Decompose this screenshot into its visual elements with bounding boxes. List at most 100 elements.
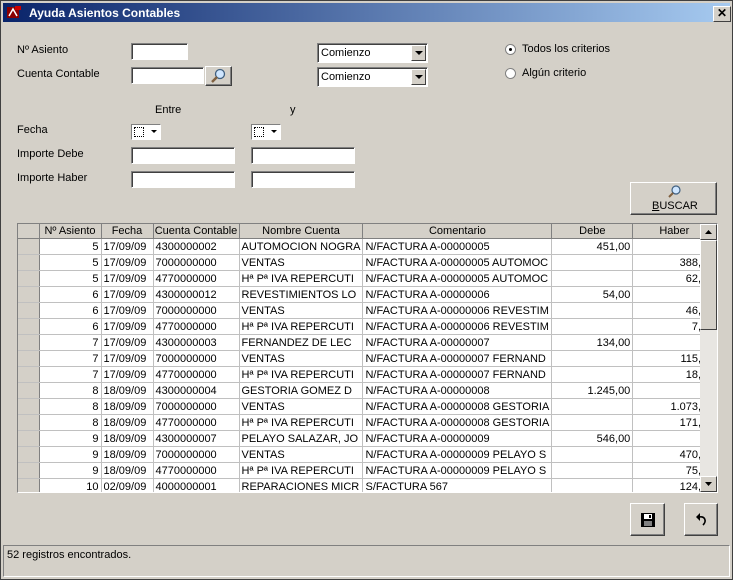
- row-selector[interactable]: [18, 270, 40, 287]
- table-cell[interactable]: N/FACTURA A-00000008: [362, 382, 553, 399]
- table-cell[interactable]: N/FACTURA A-00000005: [362, 238, 553, 255]
- row-selector[interactable]: [18, 462, 40, 479]
- table-cell[interactable]: PELAYO SALAZAR, JO: [239, 430, 364, 447]
- table-cell[interactable]: 4300000002: [153, 238, 240, 255]
- table-cell[interactable]: 18/09/09: [101, 462, 154, 479]
- table-row[interactable]: 6 17/09/09 4770000000 Hª Pª IVA REPERCUTI N/…: [18, 318, 717, 335]
- table-row[interactable]: 5 17/09/09 7000000000 VENTAS N/FACTURA A-000…: [18, 254, 717, 271]
- column-header[interactable]: Comentario: [362, 224, 553, 239]
- table-cell[interactable]: 9: [39, 446, 102, 463]
- table-cell[interactable]: 4000000001: [153, 478, 240, 492]
- table-cell[interactable]: 4770000000: [153, 366, 240, 383]
- table-cell[interactable]: 1.245,00: [551, 382, 634, 399]
- table-cell[interactable]: [551, 318, 634, 335]
- table-cell[interactable]: 7000000000: [153, 398, 240, 415]
- buscar-button[interactable]: BUSCAR: [630, 182, 717, 215]
- table-row[interactable]: 9 18/09/09 7000000000 VENTAS N/FACTURA A-000…: [18, 446, 717, 463]
- table-cell[interactable]: N/FACTURA A-00000006 REVESTIM: [362, 302, 553, 319]
- close-button[interactable]: ✕: [713, 6, 731, 22]
- chevron-down-icon[interactable]: [151, 130, 157, 133]
- table-cell[interactable]: GESTORIA GOMEZ D: [239, 382, 364, 399]
- row-selector[interactable]: [18, 302, 40, 319]
- table-cell[interactable]: [551, 270, 634, 287]
- radio-alguno-label[interactable]: Algún criterio: [522, 67, 586, 79]
- table-row[interactable]: 9 18/09/09 4770000000 Hª Pª IVA REPERCUTI N/…: [18, 462, 717, 479]
- table-cell[interactable]: 9: [39, 430, 102, 447]
- table-cell[interactable]: 8: [39, 414, 102, 431]
- table-cell[interactable]: 4300000003: [153, 334, 240, 351]
- column-header[interactable]: Nombre Cuenta: [239, 224, 364, 239]
- row-selector[interactable]: [18, 414, 40, 431]
- table-row[interactable]: 7 17/09/09 4770000000 Hª Pª IVA REPERCUTI N/…: [18, 366, 717, 383]
- table-cell[interactable]: 6: [39, 318, 102, 335]
- table-cell[interactable]: 17/09/09: [101, 302, 154, 319]
- table-cell[interactable]: 546,00: [551, 430, 634, 447]
- chevron-down-icon[interactable]: [411, 45, 426, 61]
- table-cell[interactable]: AUTOMOCION NOGRA: [239, 238, 364, 255]
- table-row[interactable]: 8 18/09/09 4770000000 Hª Pª IVA REPERCUTI N/…: [18, 414, 717, 431]
- table-cell[interactable]: 17/09/09: [101, 270, 154, 287]
- table-row[interactable]: 10 02/09/09 4000000001 REPARACIONES MICR S/F…: [18, 478, 717, 492]
- table-cell[interactable]: 18/09/09: [101, 382, 154, 399]
- table-cell[interactable]: N/FACTURA A-00000009: [362, 430, 553, 447]
- table-cell[interactable]: 18/09/09: [101, 430, 154, 447]
- table-cell[interactable]: 02/09/09: [101, 478, 154, 492]
- table-cell[interactable]: N/FACTURA A-00000006 REVESTIM: [362, 318, 553, 335]
- debe-desde-input[interactable]: [131, 147, 235, 164]
- scroll-thumb[interactable]: [700, 240, 717, 330]
- table-cell[interactable]: N/FACTURA A-00000007 FERNAND: [362, 366, 553, 383]
- row-selector[interactable]: [18, 286, 40, 303]
- table-cell[interactable]: N/FACTURA A-00000008 GESTORIA: [362, 398, 553, 415]
- table-cell[interactable]: 4770000000: [153, 270, 240, 287]
- asientos-grid[interactable]: Nº Asiento Fecha Cuenta Contable Nombre …: [17, 223, 718, 493]
- table-cell[interactable]: N/FACTURA A-00000006: [362, 286, 553, 303]
- table-row[interactable]: 5 17/09/09 4300000002 AUTOMOCION NOGRA N/FAC…: [18, 238, 717, 255]
- column-header[interactable]: Debe: [551, 224, 634, 239]
- table-cell[interactable]: 134,00: [551, 334, 634, 351]
- scroll-up-button[interactable]: [700, 224, 717, 240]
- fecha-desde-picker[interactable]: [131, 124, 161, 140]
- radio-alguno[interactable]: [505, 68, 516, 79]
- table-cell[interactable]: N/FACTURA A-00000005 AUTOMOC: [362, 254, 553, 271]
- table-cell[interactable]: 7: [39, 334, 102, 351]
- save-button[interactable]: [630, 503, 665, 536]
- table-cell[interactable]: VENTAS: [239, 302, 364, 319]
- debe-hasta-input[interactable]: [251, 147, 355, 164]
- table-cell[interactable]: 4770000000: [153, 462, 240, 479]
- table-cell[interactable]: 6: [39, 286, 102, 303]
- radio-todos-label[interactable]: Todos los criterios: [522, 43, 610, 55]
- table-cell[interactable]: N/FACTURA A-00000009 PELAYO S: [362, 462, 553, 479]
- table-cell[interactable]: [551, 414, 634, 431]
- asiento-match-select[interactable]: Comienzo: [317, 43, 428, 63]
- column-header[interactable]: Fecha: [101, 224, 154, 239]
- table-cell[interactable]: 18/09/09: [101, 446, 154, 463]
- table-cell[interactable]: Hª Pª IVA REPERCUTI: [239, 270, 364, 287]
- table-cell[interactable]: 7000000000: [153, 254, 240, 271]
- table-row[interactable]: 5 17/09/09 4770000000 Hª Pª IVA REPERCUTI N/…: [18, 270, 717, 287]
- table-cell[interactable]: 4770000000: [153, 318, 240, 335]
- row-selector[interactable]: [18, 238, 40, 255]
- table-cell[interactable]: 54,00: [551, 286, 634, 303]
- table-cell[interactable]: 7000000000: [153, 302, 240, 319]
- table-cell[interactable]: VENTAS: [239, 446, 364, 463]
- table-cell[interactable]: N/FACTURA A-00000007 FERNAND: [362, 350, 553, 367]
- cuenta-search-button[interactable]: [205, 66, 232, 86]
- table-cell[interactable]: [551, 254, 634, 271]
- table-cell[interactable]: Hª Pª IVA REPERCUTI: [239, 462, 364, 479]
- table-cell[interactable]: REPARACIONES MICR: [239, 478, 364, 492]
- table-cell[interactable]: 7000000000: [153, 446, 240, 463]
- table-cell[interactable]: N/FACTURA A-00000009 PELAYO S: [362, 446, 553, 463]
- row-selector[interactable]: [18, 366, 40, 383]
- row-selector[interactable]: [18, 350, 40, 367]
- table-cell[interactable]: 8: [39, 382, 102, 399]
- table-cell[interactable]: 5: [39, 254, 102, 271]
- table-cell[interactable]: [551, 446, 634, 463]
- table-row[interactable]: 8 18/09/09 7000000000 VENTAS N/FACTURA A-000…: [18, 398, 717, 415]
- date-checkbox[interactable]: [134, 127, 144, 137]
- undo-button[interactable]: [684, 503, 718, 536]
- table-cell[interactable]: 17/09/09: [101, 334, 154, 351]
- table-cell[interactable]: [551, 366, 634, 383]
- table-row[interactable]: 6 17/09/09 4300000012 REVESTIMIENTOS LO N/FA…: [18, 286, 717, 303]
- fecha-hasta-picker[interactable]: [251, 124, 281, 140]
- table-cell[interactable]: 6: [39, 302, 102, 319]
